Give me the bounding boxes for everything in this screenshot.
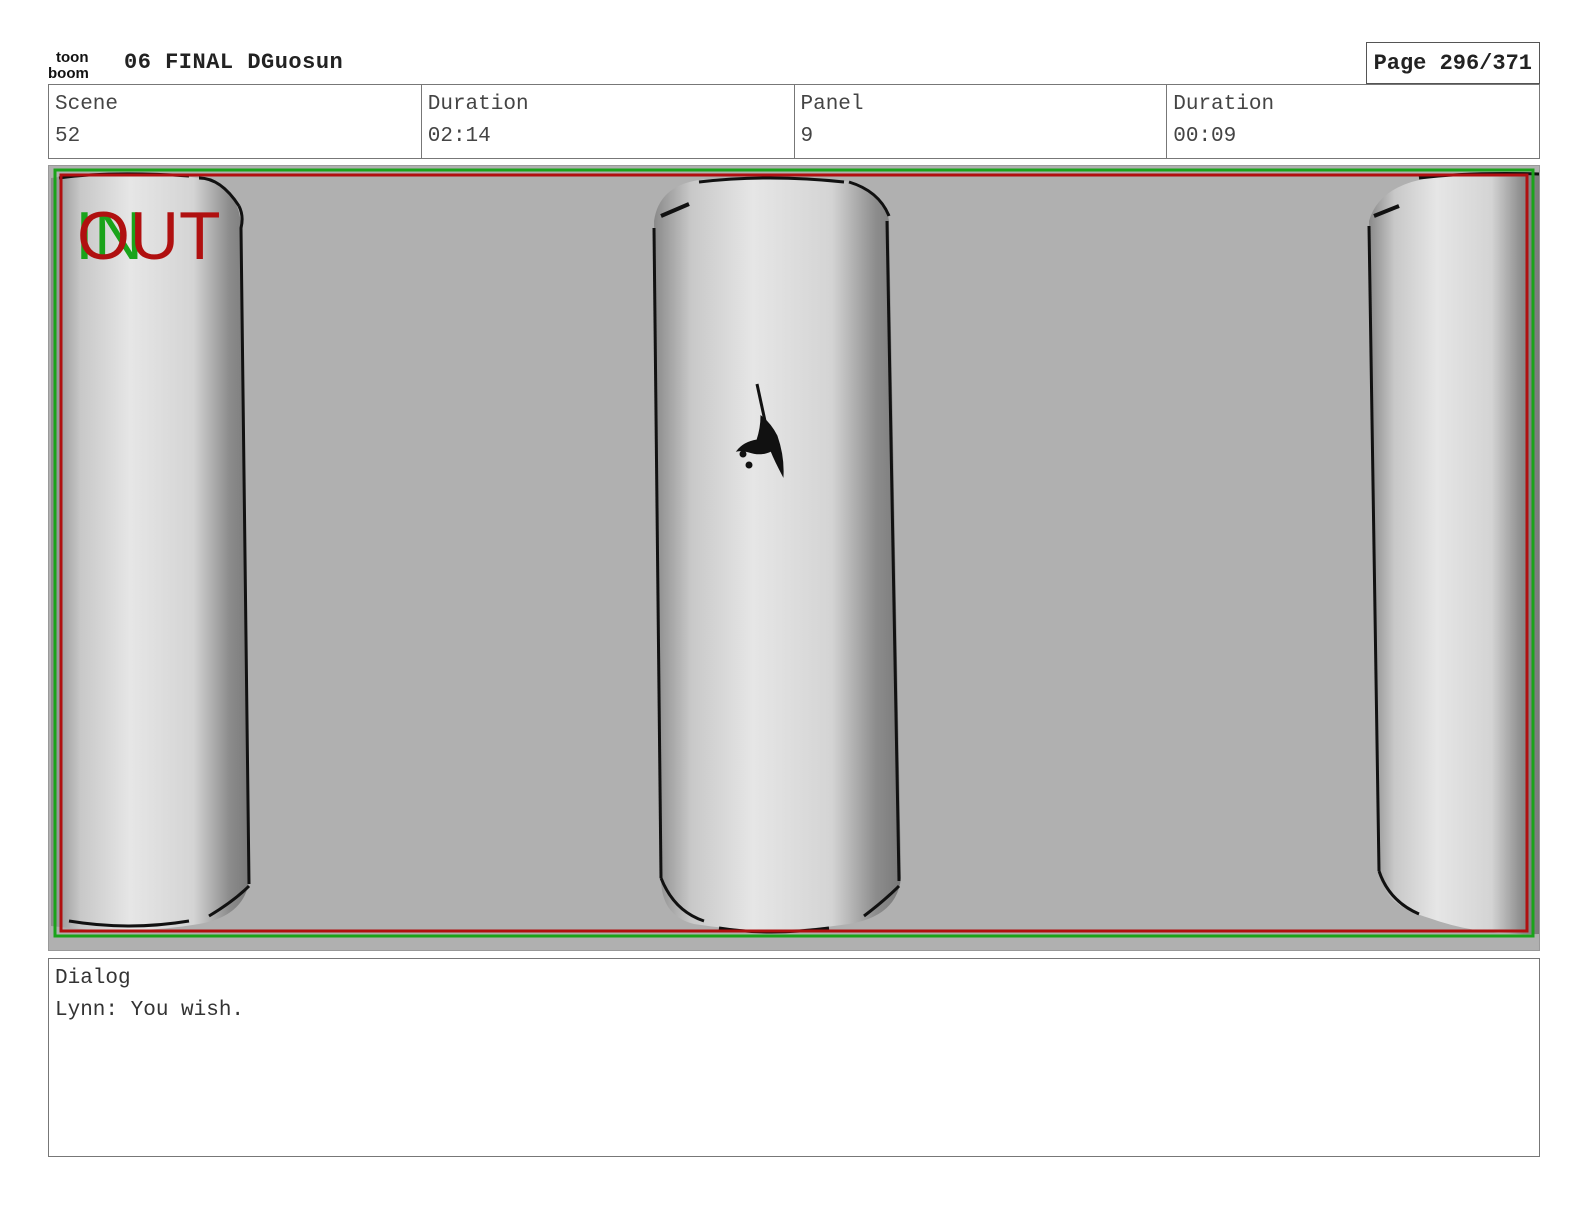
logo-text-top: toon: [56, 49, 88, 66]
scene-duration-label: Duration: [427, 93, 529, 116]
scene-duration-value: 02:14: [427, 125, 491, 148]
storyboard-panel: IN OUT: [48, 165, 1540, 951]
panel-label: Panel: [800, 93, 864, 116]
panel-drawing: IN OUT: [49, 166, 1539, 950]
scene-cell: Scene 52: [49, 85, 422, 158]
pillar-left: [51, 172, 251, 931]
page-header: toon boom 06 FINAL DGuosun Page 296/371: [48, 42, 1540, 84]
scene-label: Scene: [55, 93, 119, 116]
scene-info-table: Scene 52 Duration 02:14 Panel 9 Duration…: [48, 84, 1540, 159]
dialog-box: Dialog Lynn: You wish.: [48, 958, 1540, 1157]
panel-duration-cell: Duration 00:09: [1167, 85, 1539, 158]
panel-cell: Panel 9: [795, 85, 1168, 158]
project-title: 06 FINAL DGuosun: [124, 50, 344, 75]
overlay-out-label: OUT: [77, 198, 221, 274]
panel-duration-label: Duration: [1173, 93, 1275, 116]
toon-boom-logo: toon boom: [48, 49, 89, 80]
logo-text-bottom: boom: [48, 65, 89, 80]
scene-value: 52: [55, 125, 81, 148]
page-number: Page 296/371: [1365, 42, 1540, 84]
pillar-center: [652, 176, 901, 934]
dialog-label: Dialog: [55, 967, 131, 990]
pillar-right: [1367, 172, 1539, 935]
dialog-text: Lynn: You wish.: [55, 999, 245, 1022]
scene-duration-cell: Duration 02:14: [422, 85, 795, 158]
panel-duration-value: 00:09: [1173, 125, 1237, 148]
panel-value: 9: [800, 125, 814, 148]
